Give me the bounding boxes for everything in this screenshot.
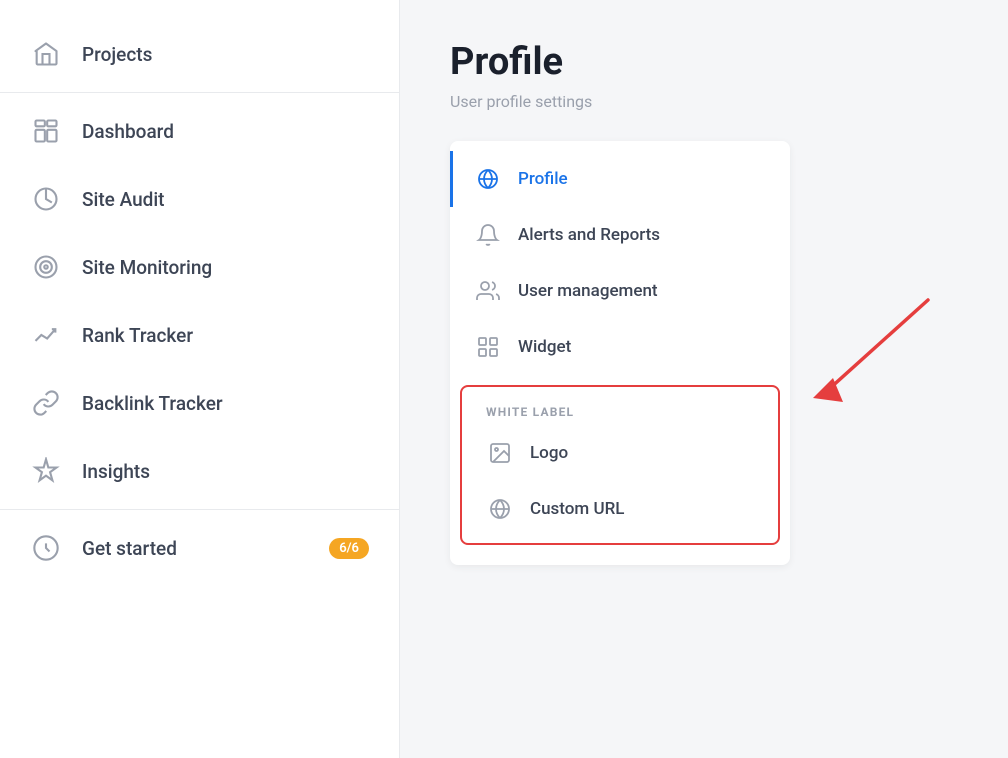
sidebar-label-site-monitoring: Site Monitoring bbox=[82, 256, 212, 279]
white-label-section: WHITE LABEL Logo Custom URL bbox=[460, 385, 780, 545]
site-monitoring-icon bbox=[30, 251, 62, 283]
settings-label-alerts: Alerts and Reports bbox=[518, 225, 660, 245]
white-label-header: WHITE LABEL bbox=[462, 393, 778, 425]
sidebar-label-rank-tracker: Rank Tracker bbox=[82, 324, 193, 347]
site-audit-icon bbox=[30, 183, 62, 215]
backlink-icon bbox=[30, 387, 62, 419]
settings-item-logo[interactable]: Logo bbox=[462, 425, 778, 481]
sidebar-item-backlink-tracker[interactable]: Backlink Tracker bbox=[0, 369, 399, 437]
sidebar-label-site-audit: Site Audit bbox=[82, 188, 165, 211]
get-started-icon bbox=[30, 532, 62, 564]
sidebar-label-insights: Insights bbox=[82, 460, 150, 483]
sidebar-divider-2 bbox=[0, 509, 399, 510]
settings-item-custom-url[interactable]: Custom URL bbox=[462, 481, 778, 537]
rank-tracker-icon bbox=[30, 319, 62, 351]
sidebar-item-site-audit[interactable]: Site Audit bbox=[0, 165, 399, 233]
sidebar-label-backlink-tracker: Backlink Tracker bbox=[82, 392, 223, 415]
settings-label-custom-url: Custom URL bbox=[530, 499, 624, 519]
sidebar-label-projects: Projects bbox=[82, 43, 152, 66]
globe-icon bbox=[474, 165, 502, 193]
page-subtitle: User profile settings bbox=[450, 92, 958, 111]
settings-item-alerts[interactable]: Alerts and Reports bbox=[450, 207, 790, 263]
sidebar-label-dashboard: Dashboard bbox=[82, 120, 174, 143]
sidebar-label-get-started: Get started bbox=[82, 537, 177, 560]
sidebar: Projects Dashboard Site Audit Site Monit… bbox=[0, 0, 400, 758]
sidebar-item-projects[interactable]: Projects bbox=[0, 20, 399, 88]
settings-item-profile[interactable]: Profile bbox=[450, 151, 790, 207]
settings-label-profile: Profile bbox=[518, 169, 568, 189]
settings-label-user-management: User management bbox=[518, 281, 658, 301]
widget-icon bbox=[474, 333, 502, 361]
image-icon bbox=[486, 439, 514, 467]
settings-panel: Profile Alerts and Reports User manageme… bbox=[450, 141, 790, 565]
bell-icon bbox=[474, 221, 502, 249]
get-started-badge: 6/6 bbox=[329, 538, 369, 559]
settings-item-user-management[interactable]: User management bbox=[450, 263, 790, 319]
insights-icon bbox=[30, 455, 62, 487]
sidebar-item-dashboard[interactable]: Dashboard bbox=[0, 97, 399, 165]
home-icon bbox=[30, 38, 62, 70]
settings-label-logo: Logo bbox=[530, 443, 568, 463]
sidebar-item-insights[interactable]: Insights bbox=[0, 437, 399, 505]
sidebar-item-rank-tracker[interactable]: Rank Tracker bbox=[0, 301, 399, 369]
main-content: Profile User profile settings Profile Al… bbox=[400, 0, 1008, 758]
settings-item-widget[interactable]: Widget bbox=[450, 319, 790, 375]
settings-label-widget: Widget bbox=[518, 337, 571, 357]
page-title: Profile bbox=[450, 40, 958, 84]
custom-url-icon bbox=[486, 495, 514, 523]
sidebar-item-get-started[interactable]: Get started 6/6 bbox=[0, 514, 399, 582]
sidebar-divider-1 bbox=[0, 92, 399, 93]
sidebar-item-site-monitoring[interactable]: Site Monitoring bbox=[0, 233, 399, 301]
users-icon bbox=[474, 277, 502, 305]
dashboard-icon bbox=[30, 115, 62, 147]
